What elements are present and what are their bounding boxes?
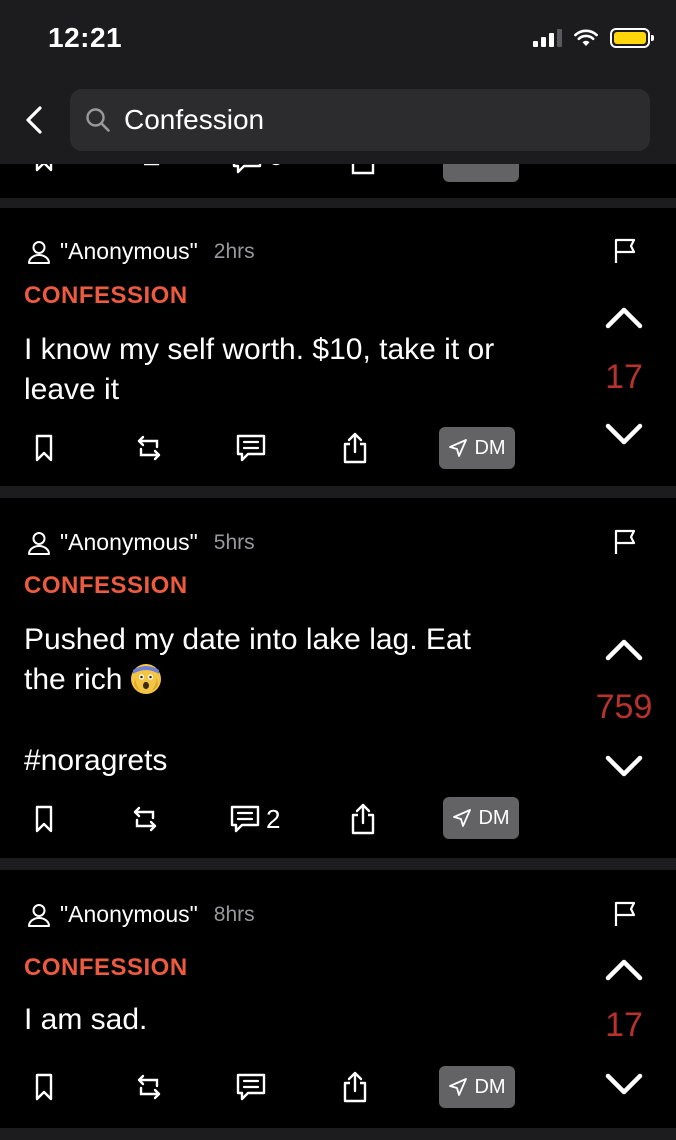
user-icon [28,240,50,264]
search-icon [86,108,110,132]
back-button[interactable] [14,98,54,142]
upvote-chevron-up-icon[interactable] [604,634,644,664]
status-time: 12:21 [48,22,123,53]
repost-icon [133,806,157,832]
post-category[interactable]: CONFESSION [24,954,188,982]
upvote-chevron-up-icon[interactable] [604,954,644,984]
bookmark-icon [35,434,53,462]
post-divider [0,198,676,208]
post-text-line: I know my self worth. $10, take it or [24,333,495,366]
comment-button[interactable] [236,426,272,470]
post-author: "Anonymous" [60,238,198,264]
post-divider [0,486,676,498]
post-author: "Anonymous" [60,529,198,555]
dm-label: DM [478,806,510,829]
repost-icon[interactable] [134,164,164,174]
share-button[interactable] [342,1065,368,1109]
post-category[interactable]: CONFESSION [24,282,188,310]
post-body: I am sad. [24,1000,564,1040]
post-text-line: Pushed my date into lake lag. Eat [24,623,471,656]
post-card[interactable]: "Anonymous" 8hrs CONFESSION I am sad. 17… [0,870,676,1128]
post-time: 8hrs [213,902,255,926]
post-actions: 2 DM [0,797,676,841]
bookmark-icon [35,1073,53,1101]
vote-score: 17 [605,1006,643,1044]
share-icon[interactable] [350,164,376,176]
flag-icon[interactable] [612,901,638,927]
vote-score: 759 [595,688,653,726]
repost-button[interactable] [134,1065,164,1109]
post-card[interactable]: "Anonymous" 2hrs CONFESSION I know my se… [0,208,676,486]
post-meta: "Anonymous" 8hrs [26,901,255,928]
comment-button[interactable]: 2 [230,797,280,841]
comment-icon [230,805,260,833]
wifi-icon [574,29,598,46]
post-text-line-with-emoji: the rich [24,660,564,700]
repost-button[interactable] [134,426,164,470]
comment-icon [236,434,266,462]
post-actions: DM [0,1065,676,1109]
post-meta: "Anonymous" 2hrs [26,238,255,265]
dm-label: DM [474,436,506,459]
status-icons [533,28,654,48]
post-meta: "Anonymous" 5hrs [26,529,255,556]
post-text-line: leave it [24,373,120,406]
battery-icon [610,28,654,48]
dm-button[interactable]: DM [439,1066,515,1108]
downvote-chevron-down-icon[interactable] [604,752,644,782]
share-icon [343,1071,367,1103]
post-time: 2hrs [213,239,255,263]
status-bar: 12:21 [0,0,676,80]
comment-count: 2 [266,803,281,834]
post-divider [0,1128,676,1140]
bookmark-icon[interactable] [34,164,54,172]
post-text-line: I am sad. [24,1003,148,1036]
send-icon [453,809,472,827]
dm-label: DM [474,1075,506,1098]
flag-icon[interactable] [612,238,638,264]
header: Confession [0,80,676,164]
post-actions: DM [0,426,676,470]
share-button[interactable] [342,426,368,470]
bookmark-icon [35,805,53,833]
bookmark-button[interactable] [34,797,54,841]
user-icon [28,531,50,555]
bookmark-button[interactable] [34,426,54,470]
repost-icon [137,1074,161,1100]
post-card[interactable]: "Anonymous" 5hrs CONFESSION Pushed my da… [0,498,676,858]
search-query: Confession [124,104,265,135]
comment-icon[interactable] [232,164,284,174]
user-icon [28,903,50,927]
dm-button[interactable]: DM [443,797,519,839]
post-category[interactable]: CONFESSION [24,572,188,600]
flag-icon[interactable] [612,529,638,555]
post-body: I know my self worth. $10, take it or le… [24,330,564,410]
upvote-chevron-up-icon[interactable] [604,302,644,332]
dm-button[interactable]: DM [439,427,515,469]
post-hashtag[interactable]: #noragrets [24,744,167,778]
vote-score: 17 [605,358,643,396]
send-icon [449,1078,468,1096]
share-icon [351,803,375,835]
comment-icon [236,1073,266,1101]
search-input[interactable]: Confession [70,89,650,151]
repost-button[interactable] [130,797,160,841]
post-body: Pushed my date into lake lag. Eat the ri… [24,620,564,700]
fearful-face-emoji [130,664,161,694]
share-button[interactable] [350,797,376,841]
send-icon [449,439,468,457]
post-author: "Anonymous" [60,901,198,927]
back-icon [26,106,42,134]
post-divider [0,858,676,870]
repost-icon [137,435,161,461]
post-text-line: the rich [24,663,123,696]
previous-post-actions [0,164,676,198]
comment-button[interactable] [236,1065,272,1109]
share-icon [343,432,367,464]
signal-icon [533,29,562,47]
bookmark-button[interactable] [34,1065,54,1109]
post-time: 5hrs [213,530,255,554]
dm-button[interactable] [443,164,519,182]
